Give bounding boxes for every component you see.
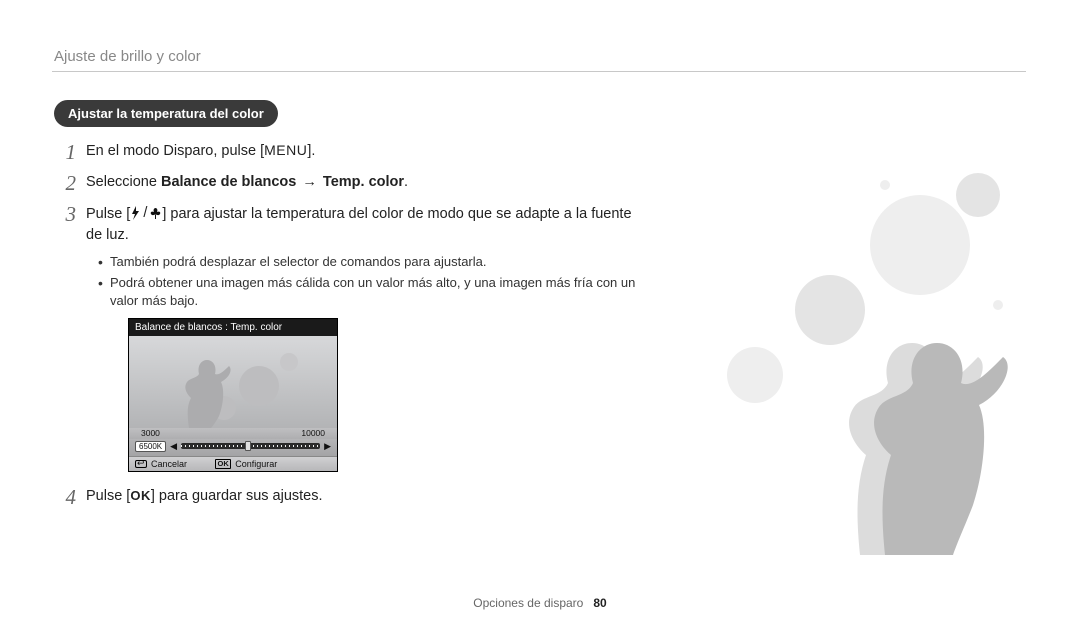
flash-icon — [130, 206, 141, 220]
kelvin-value: 6500K — [135, 441, 166, 453]
text: Pulse [ — [86, 488, 130, 504]
text: Pulse [ — [86, 206, 130, 222]
bold-text: Temp. color — [323, 174, 404, 190]
ok-glyph: OK — [130, 488, 151, 503]
arrow-icon: → — [302, 174, 317, 190]
text: En el modo Disparo, pulse [ — [86, 143, 264, 159]
footer-section: Opciones de disparo — [473, 596, 583, 610]
lcd-slider-row: 6500K ◀ ▶ — [129, 439, 337, 457]
menu-glyph: MENU — [264, 142, 307, 158]
lcd-footer: Cancelar OK Configurar — [129, 456, 337, 471]
section-heading-pill: Ajustar la temperatura del color — [54, 100, 278, 127]
slash: / — [143, 203, 147, 223]
bold-text: Balance de blancos — [161, 174, 296, 190]
camera-lcd-preview: Balance de blancos : Temp. color 3000 10… — [128, 318, 338, 473]
step-number: 3 — [54, 203, 76, 245]
step-number: 4 — [54, 486, 76, 509]
cancel-label: Cancelar — [151, 459, 187, 469]
slider-track — [181, 443, 320, 449]
step-4: 4 Pulse [OK] para guardar sus ajustes. — [54, 486, 1032, 509]
bullet-item: También podrá desplazar el selector de c… — [98, 253, 658, 271]
step-number: 2 — [54, 172, 76, 195]
text: ]. — [307, 143, 315, 159]
page-number: 80 — [593, 596, 606, 610]
step-number: 1 — [54, 141, 76, 164]
sub-bullets: También podrá desplazar el selector de c… — [98, 253, 658, 310]
ok-label: Configurar — [235, 459, 277, 469]
text: ] para ajustar la temperatura del color … — [86, 206, 632, 242]
step-body: En el modo Disparo, pulse [MENU]. — [86, 141, 315, 164]
step-1: 1 En el modo Disparo, pulse [MENU]. — [54, 141, 1032, 164]
back-icon — [135, 460, 147, 468]
text: . — [404, 174, 408, 190]
step-3: 3 Pulse [ / ] para ajustar la temperatur… — [54, 203, 1032, 245]
page-title: Ajuste de brillo y color — [48, 48, 1032, 65]
child-silhouette-icon — [129, 336, 337, 428]
lcd-canvas — [129, 336, 337, 428]
scale-min: 3000 — [141, 428, 160, 438]
steps-list: 1 En el modo Disparo, pulse [MENU]. 2 Se… — [54, 141, 1032, 509]
step-2: 2 Seleccione Balance de blancos → Temp. … — [54, 172, 1032, 195]
macro-icon — [149, 206, 162, 220]
page-footer: Opciones de disparo 80 — [0, 596, 1080, 610]
step-body: Pulse [ / ] para ajustar la temperatura … — [86, 203, 646, 245]
lcd-cancel: Cancelar — [135, 459, 187, 469]
step-body: Seleccione Balance de blancos → Temp. co… — [86, 172, 408, 195]
title-rule — [52, 71, 1026, 72]
lcd-header: Balance de blancos : Temp. color — [129, 319, 337, 336]
left-triangle-icon: ◀ — [170, 441, 177, 452]
step-body: Pulse [OK] para guardar sus ajustes. — [86, 486, 323, 509]
scale-max: 10000 — [301, 428, 325, 438]
text: Seleccione — [86, 174, 161, 190]
ok-icon: OK — [215, 459, 231, 469]
flash-macro-icon-pair: / — [130, 203, 162, 223]
right-triangle-icon: ▶ — [324, 441, 331, 452]
lcd-scale: 3000 10000 — [129, 428, 337, 439]
slider-thumb — [245, 441, 251, 451]
lcd-ok: OK Configurar — [215, 459, 277, 469]
text: ] para guardar sus ajustes. — [151, 488, 323, 504]
bullet-item: Podrá obtener una imagen más cálida con … — [98, 274, 658, 309]
